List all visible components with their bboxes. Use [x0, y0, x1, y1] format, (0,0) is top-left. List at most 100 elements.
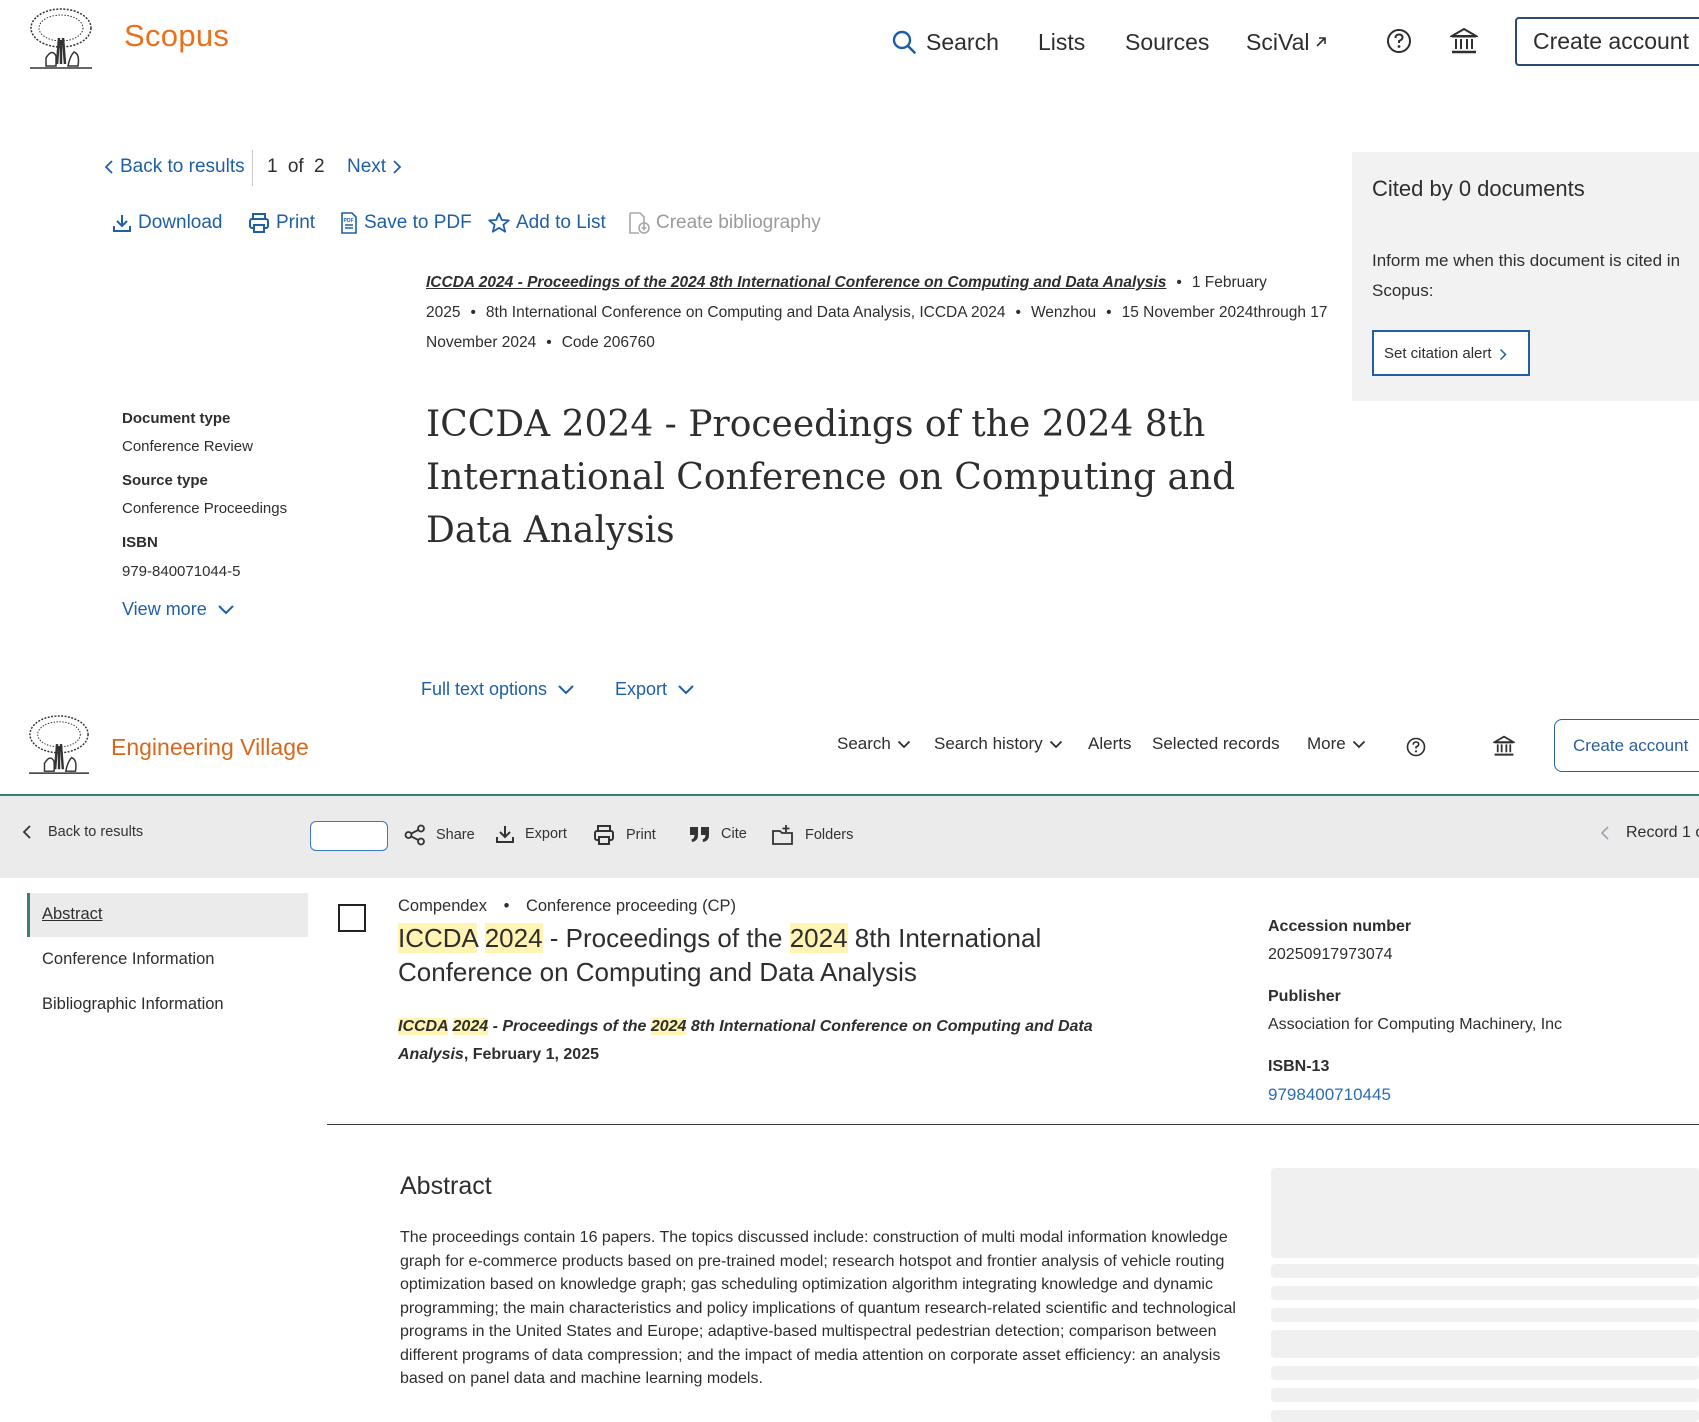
chevron-right-icon: [392, 159, 402, 175]
loading-skeleton-line: [1271, 1286, 1699, 1300]
ev-back-label: Back to results: [48, 824, 144, 840]
nav-scival-label: SciVal: [1246, 28, 1310, 55]
highlighted-term: ICCDA: [398, 1018, 449, 1035]
publisher-value: Association for Computing Machinery, Inc: [1268, 1016, 1563, 1033]
record-select-checkbox[interactable]: [338, 904, 366, 932]
isbn-value: 979-840071044-5: [122, 563, 241, 580]
chevron-down-icon: [677, 684, 695, 696]
institution-icon[interactable]: [1493, 735, 1515, 757]
scopus-page: Scopus Search Lists Sources SciVal Creat…: [0, 0, 1699, 710]
cite-button[interactable]: Cite: [689, 824, 747, 844]
ev-nav-search-history[interactable]: Search history: [934, 734, 1063, 754]
record-toolbar: Back to results Share Export Print Cite …: [0, 796, 1699, 878]
source-volume: 1: [1191, 274, 1201, 291]
set-citation-alert-label: Set citation alert: [1384, 345, 1492, 362]
print-label: Print: [276, 212, 316, 233]
save-pdf-label: Save to PDF: [364, 212, 472, 233]
nav-scival[interactable]: SciVal: [1246, 24, 1328, 60]
ev-create-account-button[interactable]: Create account: [1554, 719, 1699, 772]
add-to-list-button[interactable]: Add to List: [488, 212, 606, 234]
cite-label: Cite: [721, 826, 747, 842]
ev-export-button[interactable]: Export: [495, 824, 567, 844]
source-city: Wenzhou: [1030, 304, 1097, 321]
highlighted-term: 2024: [789, 923, 848, 953]
record-select-input[interactable]: [310, 821, 388, 851]
create-bibliography-label: Create bibliography: [656, 212, 821, 233]
share-button[interactable]: Share: [404, 824, 475, 846]
download-button[interactable]: Download: [112, 212, 223, 234]
document-type-value: Conference Review: [122, 438, 253, 455]
print-button[interactable]: Print: [248, 212, 315, 234]
chevron-down-icon: [897, 740, 911, 749]
share-label: Share: [436, 827, 475, 843]
search-icon: [892, 30, 916, 54]
ev-print-button[interactable]: Print: [592, 824, 656, 846]
create-bibliography-button[interactable]: Create bibliography: [628, 212, 821, 234]
ev-back-to-results[interactable]: Back to results: [22, 824, 143, 840]
full-text-options-dropdown[interactable]: Full text options: [421, 679, 575, 700]
pager-count: 1 of 2: [267, 156, 325, 178]
ev-nav-alerts-label: Alerts: [1088, 734, 1132, 753]
meta-separator: •: [1015, 304, 1021, 321]
view-more-toggle[interactable]: View more: [122, 599, 235, 620]
record-source: ICCDA 2024 - Proceedings of the 2024 8th…: [398, 1013, 1138, 1069]
ev-nav-selected-records[interactable]: Selected records: [1152, 734, 1280, 754]
meta-separator: •: [1176, 274, 1182, 291]
document-type-label: Document type: [122, 410, 231, 427]
sidebar-item-abstract[interactable]: Abstract: [27, 893, 308, 937]
record-count: Record 1 of 2: [1626, 824, 1699, 841]
pager-divider: [252, 150, 253, 186]
nav-search[interactable]: Search: [892, 24, 999, 60]
ev-nav-more-label: More: [1307, 734, 1346, 753]
source-type-label: Source type: [122, 472, 208, 489]
ev-nav-search[interactable]: Search: [837, 734, 911, 754]
nav-lists[interactable]: Lists: [1038, 24, 1085, 60]
source-text: - Proceedings of the: [488, 1018, 651, 1035]
help-icon[interactable]: [1386, 28, 1412, 54]
full-text-options-label: Full text options: [421, 679, 548, 699]
section-divider: [327, 1124, 1699, 1125]
source-title-link[interactable]: ICCDA 2024 - Proceedings of the 2024 8th…: [426, 274, 1166, 291]
ev-export-label: Export: [525, 826, 567, 842]
download-label: Download: [138, 212, 223, 233]
institution-icon[interactable]: [1450, 27, 1478, 55]
title-text: [477, 923, 484, 953]
chevron-down-icon: [1352, 740, 1366, 749]
scopus-brand[interactable]: Scopus: [124, 18, 229, 54]
nav-sources-label: Sources: [1125, 28, 1210, 55]
chevron-down-icon: [1049, 740, 1063, 749]
isbn13-link[interactable]: 9798400710445: [1268, 1085, 1391, 1105]
sidebar-item-bibliographic-information[interactable]: Bibliographic Information: [27, 983, 308, 1027]
loading-skeleton-block: [1271, 1168, 1699, 1258]
engineering-village-brand[interactable]: Engineering Village: [111, 734, 309, 761]
elsevier-tree-logo[interactable]: [26, 8, 96, 72]
ev-nav-alerts[interactable]: Alerts: [1088, 734, 1131, 754]
nav-sources[interactable]: Sources: [1125, 24, 1209, 60]
chevron-left-icon[interactable]: [1600, 825, 1610, 841]
isbn-label: ISBN: [122, 534, 158, 551]
meta-separator: •: [503, 897, 510, 915]
pdf-icon: PDF: [340, 212, 358, 234]
source-code: Code 206760: [561, 334, 655, 351]
folders-button[interactable]: Folders: [771, 824, 853, 846]
help-icon[interactable]: [1406, 737, 1426, 757]
save-pdf-button[interactable]: PDF Save to PDF: [340, 212, 472, 234]
set-citation-alert-button[interactable]: Set citation alert: [1372, 330, 1530, 376]
next-label: Next: [347, 156, 387, 177]
ev-nav-history-label: Search history: [934, 734, 1043, 753]
back-to-results-link[interactable]: Back to results: [104, 156, 245, 178]
publisher-label: Publisher: [1268, 988, 1341, 1005]
source-date: , February 1, 2025: [463, 1046, 599, 1063]
sidebar-item-conference-information[interactable]: Conference Information: [27, 938, 308, 982]
export-dropdown[interactable]: Export: [615, 679, 695, 700]
ev-nav-more[interactable]: More: [1307, 734, 1366, 754]
next-link[interactable]: Next: [347, 156, 402, 178]
source-conference: 8th International Conference on Computin…: [485, 304, 1006, 321]
elsevier-tree-logo[interactable]: [25, 715, 93, 777]
cited-by-panel: Cited by 0 documents Inform me when this…: [1352, 152, 1699, 401]
record-title: ICCDA 2024 - Proceedings of the 2024 8th…: [398, 921, 1098, 989]
printer-icon: [592, 824, 616, 846]
export-label: Export: [615, 679, 668, 699]
cited-by-title: Cited by 0 documents: [1372, 176, 1585, 201]
create-account-button[interactable]: Create account: [1515, 17, 1699, 66]
